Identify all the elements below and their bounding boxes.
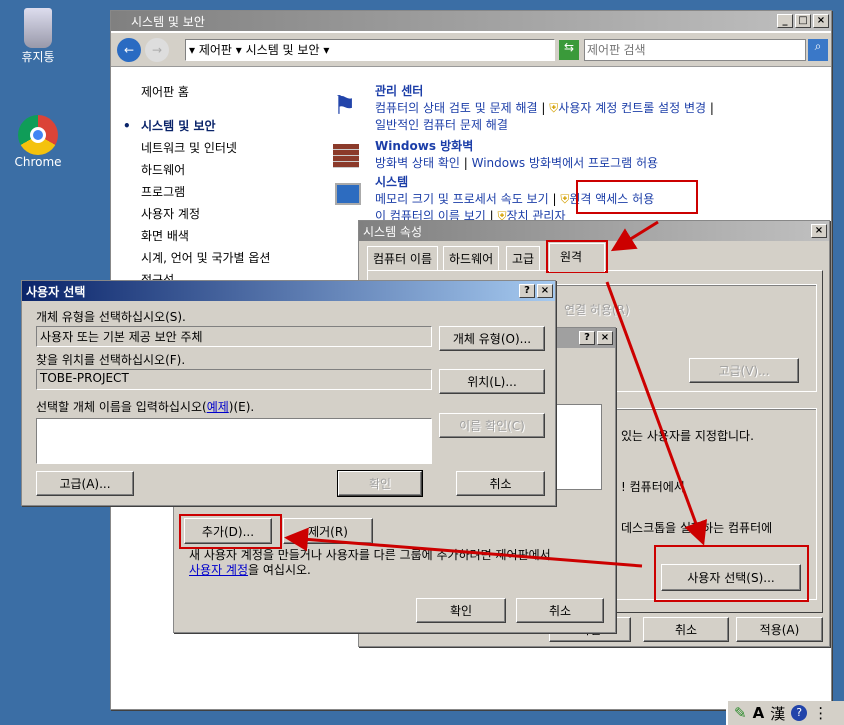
language-bar: ✎ A 漢 ? ⋮ bbox=[726, 701, 844, 725]
tab-remote[interactable]: 원격 bbox=[549, 243, 605, 272]
help-icon[interactable]: ? bbox=[791, 705, 808, 721]
input-mode-button[interactable]: A bbox=[753, 704, 765, 722]
ime-icon[interactable]: ✎ bbox=[734, 704, 747, 722]
annotation-arrows bbox=[284, 220, 708, 568]
arrow-to-select-users bbox=[605, 281, 708, 546]
arrow-to-add-button bbox=[284, 527, 643, 568]
hanja-button[interactable]: 漢 bbox=[770, 703, 785, 724]
options-icon[interactable]: ⋮ bbox=[813, 704, 828, 722]
arrow-to-remote-tab bbox=[610, 220, 659, 252]
